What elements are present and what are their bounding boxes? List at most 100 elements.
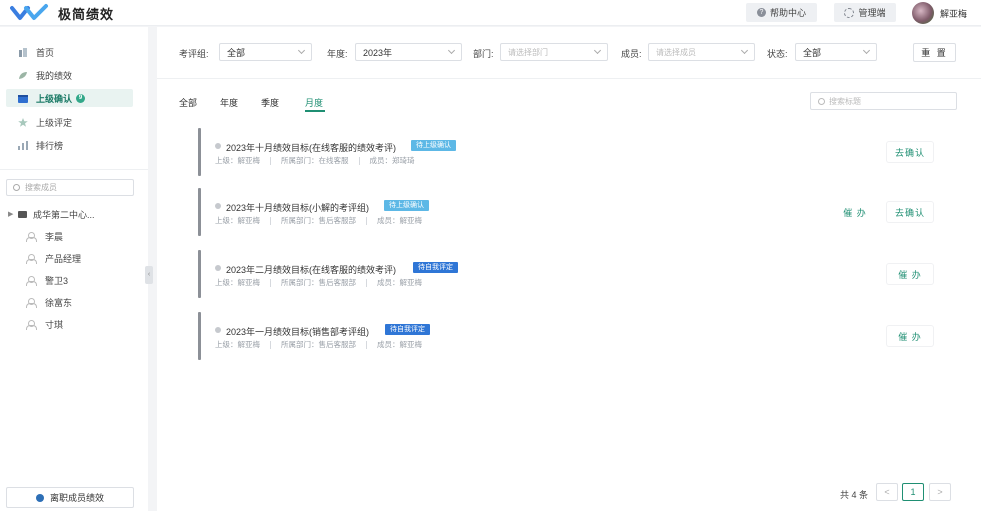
member-select-placeholder: 请选择成员 [656,47,696,57]
tab-quarter[interactable]: 季度 [261,96,279,109]
filter-dept-label: 部门: [473,49,494,59]
tree-group-node[interactable]: ▶ 成华第二中心... [8,206,95,222]
main-content: 考评组: 全部 年度: 2023年 部门: 请选择部门 成员: 请选择成员 状态… [157,27,981,511]
person-icon [26,253,37,264]
tab-month[interactable]: 月度 [305,96,323,109]
tree-member-item[interactable]: 徐富东 [26,294,72,310]
card-title: 2023年一月绩效目标(销售部考评组) [226,327,370,337]
tree-member-label: 徐富东 [45,297,73,308]
caret-right-icon[interactable]: ▶ [8,210,18,218]
sidebar-item-label: 排行榜 [36,140,64,151]
performance-card[interactable]: 2023年二月绩效目标(在线客服的绩效考评) 待自我评定 上级：解亚梅 所属部门：… [198,250,936,298]
search-icon [13,184,20,191]
remind-button[interactable]: 催 办 [832,202,878,222]
remind-button[interactable]: 催 办 [887,264,933,284]
card-member: 成员：解亚梅 [377,278,422,287]
gear-icon [844,7,855,18]
group-select-value: 全部 [227,47,246,58]
status-dot-icon [215,143,221,149]
card-meta: 上级：解亚梅 所属部门：售后客服部 成员：解亚梅 [215,277,422,288]
filter-group-label: 考评组: [179,49,209,59]
sidebar-item-superior-confirm[interactable]: 上级确认 9 [6,89,133,107]
tab-year[interactable]: 年度 [220,96,238,109]
title-search-input[interactable]: 搜索标题 [810,92,957,110]
card-member: 成员：郑琦琦 [369,156,415,165]
pagination-total: 共 4 条 [840,490,869,500]
department-select[interactable]: 请选择部门 [500,43,608,61]
person-icon [26,231,37,242]
help-icon: ? [756,8,766,17]
tree-member-label: 警卫3 [45,275,69,286]
pagination-page-button[interactable]: 1 [902,483,924,501]
performance-card[interactable]: 2023年十月绩效目标(小解的考评组) 待上级确认 上级：解亚梅 所属部门：售后客… [198,188,936,236]
title-search-placeholder: 搜索标题 [829,96,861,106]
user-name[interactable]: 解亚梅 [940,7,967,20]
card-accent-bar [198,312,201,360]
member-select[interactable]: 请选择成员 [648,43,755,61]
chevron-down-icon [593,46,602,55]
tab-all[interactable]: 全部 [179,96,197,109]
person-icon [26,319,37,330]
remind-button[interactable]: 催 办 [887,326,933,346]
home-icon [19,47,27,57]
status-dot-icon [215,203,221,209]
performance-card[interactable]: 2023年十月绩效目标(在线客服的绩效考评) 待上级确认 上级：解亚梅 所属部门：… [198,128,936,176]
former-members-button[interactable]: 离职成员绩效 [6,487,134,508]
sidebar-item-home[interactable]: 首页 [6,43,133,61]
sidebar-item-label: 上级评定 [36,117,73,128]
tree-member-item[interactable]: 李晨 [26,228,63,244]
card-superior: 上级：解亚梅 [215,216,260,225]
calendar-icon [18,94,28,103]
sidebar-item-my-performance[interactable]: 我的绩效 [6,66,133,84]
admin-label: 管理端 [858,8,886,18]
card-accent-bar [198,250,201,298]
reset-button[interactable]: 重 置 [913,43,956,62]
pagination-next-button[interactable]: > [929,483,951,501]
star-icon [18,117,28,127]
card-superior: 上级：解亚梅 [215,156,260,165]
former-members-label: 离职成员绩效 [49,493,104,503]
sidebar: 首页 我的绩效 上级确认 9 上级评定 排行榜 搜索成员 ▶ 成华第二中心...… [0,27,148,511]
card-member: 成员：解亚梅 [377,340,422,349]
performance-card[interactable]: 2023年一月绩效目标(销售部考评组) 待自我评定 上级：解亚梅 所属部门：售后客… [198,312,936,360]
chevron-down-icon [862,46,871,55]
user-icon [35,493,44,502]
group-select[interactable]: 全部 [219,43,312,61]
person-icon [26,275,37,286]
person-icon [26,297,37,308]
status-badge: 待上级确认 [384,200,429,211]
sidebar-item-leaderboard[interactable]: 排行榜 [6,136,133,154]
status-select-value: 全部 [803,47,822,58]
tree-member-item[interactable]: 产品经理 [26,250,81,266]
app-logo[interactable]: 极简绩效 [10,3,114,23]
user-avatar[interactable] [912,2,934,24]
help-center-label: 帮助中心 [769,8,806,18]
app-title: 极简绩效 [58,6,115,22]
year-select[interactable]: 2023年 [355,43,462,61]
sidebar-collapse-handle[interactable]: ‹ [145,266,153,284]
admin-button[interactable]: 管理端 [834,3,896,22]
card-title: 2023年二月绩效目标(在线客服的绩效考评) [226,265,397,275]
filter-status-label: 状态: [767,49,788,59]
status-badge: 待自我评定 [385,324,430,335]
sidebar-item-superior-rating[interactable]: 上级评定 [6,113,133,131]
confirm-button[interactable]: 去确认 [887,142,933,162]
member-search-placeholder: 搜索成员 [25,183,57,192]
tree-member-label: 李晨 [45,231,64,242]
confirm-button[interactable]: 去确认 [887,202,933,222]
tree-member-item[interactable]: 寸琪 [26,316,63,332]
member-search-input[interactable]: 搜索成员 [6,179,134,196]
sidebar-item-label: 我的绩效 [36,70,73,81]
pagination-prev-button[interactable]: < [876,483,898,501]
department-select-placeholder: 请选择部门 [508,47,548,57]
chevron-down-icon [740,46,749,55]
filter-year-label: 年度: [327,49,348,59]
card-title: 2023年十月绩效目标(小解的考评组) [226,203,370,213]
card-superior: 上级：解亚梅 [215,278,260,287]
chevron-down-icon [297,46,306,55]
help-center-button[interactable]: ? 帮助中心 [746,3,817,22]
tree-member-item[interactable]: 警卫3 [26,272,68,288]
top-header: 极简绩效 ? 帮助中心 管理端 解亚梅 [0,0,981,26]
card-title: 2023年十月绩效目标(在线客服的绩效考评) [226,143,397,153]
status-select[interactable]: 全部 [795,43,877,61]
